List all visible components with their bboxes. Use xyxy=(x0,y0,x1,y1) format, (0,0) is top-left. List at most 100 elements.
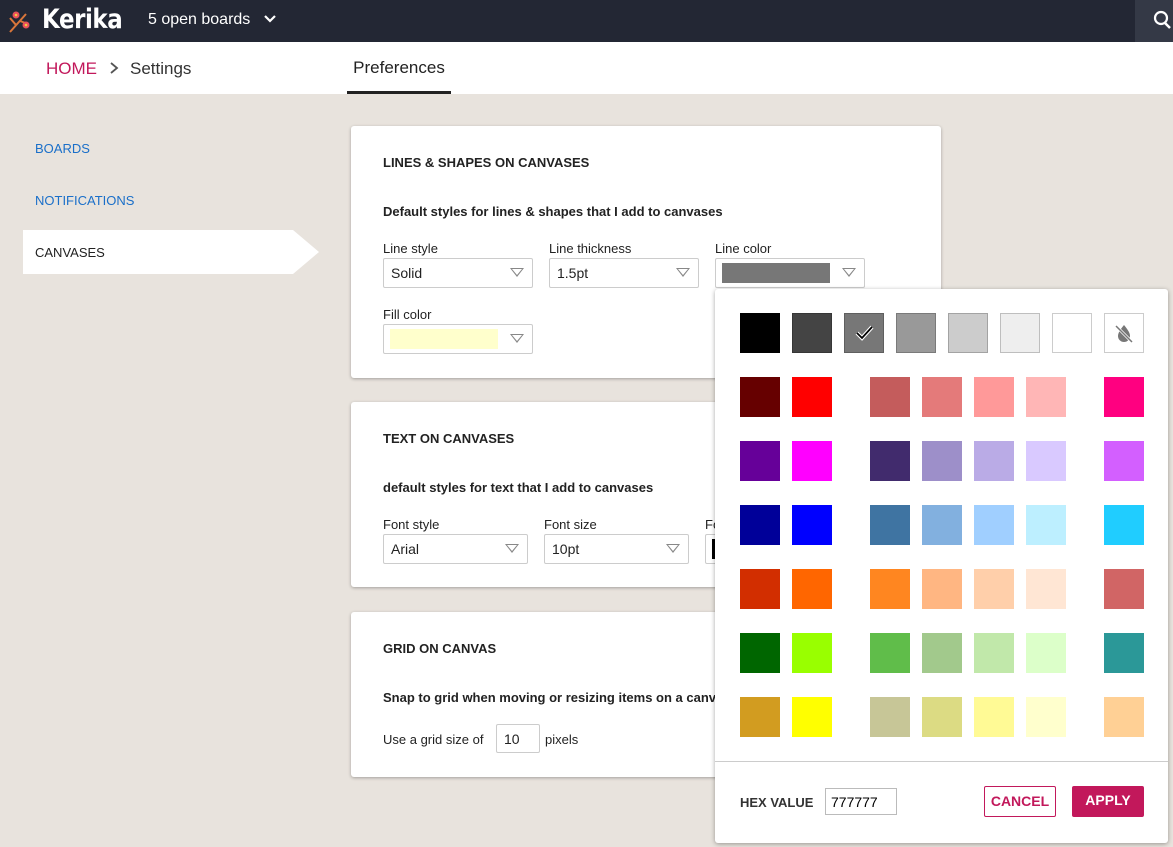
breadcrumb-home[interactable]: HOME xyxy=(46,59,97,79)
color-swatch[interactable] xyxy=(1104,697,1144,737)
color-swatch[interactable] xyxy=(870,505,910,545)
dropdown-arrow-icon xyxy=(666,544,680,553)
color-swatch[interactable] xyxy=(740,633,780,673)
cancel-button[interactable]: CANCEL xyxy=(984,786,1056,817)
color-swatch[interactable] xyxy=(974,569,1014,609)
search-icon xyxy=(1153,10,1171,29)
color-swatch[interactable] xyxy=(974,441,1014,481)
hex-value-input[interactable] xyxy=(825,788,897,815)
sidebar-item-canvases[interactable]: CANVASES xyxy=(23,230,319,274)
dropdown-arrow-icon xyxy=(510,268,524,277)
color-swatch[interactable] xyxy=(740,697,780,737)
grid-size-input[interactable]: 10 xyxy=(496,724,540,753)
font-size-value: 10pt xyxy=(552,541,580,557)
color-swatch[interactable] xyxy=(1104,505,1144,545)
color-swatch[interactable] xyxy=(740,313,780,353)
open-boards-label: 5 open boards xyxy=(148,11,251,28)
color-swatch[interactable] xyxy=(922,569,962,609)
color-swatch[interactable] xyxy=(1052,313,1092,353)
font-style-label: Font style xyxy=(383,517,440,532)
color-swatch[interactable] xyxy=(870,697,910,737)
card-title: TEXT ON CANVASES xyxy=(383,431,515,446)
fill-color-label: Fill color xyxy=(383,307,432,322)
chevron-right-icon xyxy=(110,62,119,74)
fill-color-select[interactable] xyxy=(383,324,533,354)
open-boards-dropdown[interactable]: 5 open boards xyxy=(148,11,277,29)
color-swatch[interactable] xyxy=(792,313,832,353)
color-swatch[interactable] xyxy=(922,633,962,673)
apply-button[interactable]: APPLY xyxy=(1072,786,1144,817)
color-swatch[interactable] xyxy=(1026,441,1066,481)
breadcrumb-current: Settings xyxy=(130,59,192,78)
hex-value-label: HEX VALUE xyxy=(740,795,814,810)
color-swatch[interactable] xyxy=(1104,569,1144,609)
line-style-label: Line style xyxy=(383,241,438,256)
color-swatch[interactable] xyxy=(922,697,962,737)
color-swatch[interactable] xyxy=(922,505,962,545)
color-swatch[interactable] xyxy=(740,569,780,609)
color-swatch[interactable] xyxy=(1026,697,1066,737)
color-swatch[interactable] xyxy=(1000,313,1040,353)
color-swatch[interactable] xyxy=(792,697,832,737)
color-swatch[interactable] xyxy=(974,505,1014,545)
sidebar-item-label: CANVASES xyxy=(35,245,105,260)
color-swatch[interactable] xyxy=(1026,377,1066,417)
card-title: LINES & SHAPES ON CANVASES xyxy=(383,155,590,170)
line-style-value: Solid xyxy=(391,265,423,281)
font-style-value: Arial xyxy=(391,541,420,557)
dropdown-arrow-icon xyxy=(676,268,690,277)
color-swatch[interactable] xyxy=(896,313,936,353)
color-swatch[interactable] xyxy=(740,377,780,417)
color-swatch[interactable] xyxy=(974,697,1014,737)
fill-color-swatch xyxy=(390,329,498,349)
dropdown-arrow-icon xyxy=(510,334,524,343)
card-title: GRID ON CANVAS xyxy=(383,641,497,656)
dropdown-arrow-icon xyxy=(505,544,519,553)
color-swatch[interactable] xyxy=(1104,441,1144,481)
color-swatch[interactable] xyxy=(948,313,988,353)
line-thickness-select[interactable]: 1.5pt xyxy=(549,258,699,288)
color-swatch[interactable] xyxy=(792,505,832,545)
line-style-select[interactable]: Solid xyxy=(383,258,533,288)
grid-size-suffix: pixels xyxy=(545,732,579,747)
color-swatch[interactable] xyxy=(1104,377,1144,417)
color-swatch[interactable] xyxy=(844,313,884,353)
tab-preferences[interactable]: Preferences xyxy=(347,58,451,94)
color-swatch[interactable] xyxy=(792,569,832,609)
no-color-swatch[interactable] xyxy=(1104,313,1144,353)
sidebar-item-notifications[interactable]: NOTIFICATIONS xyxy=(35,193,134,208)
color-swatch[interactable] xyxy=(974,377,1014,417)
color-swatch[interactable] xyxy=(1026,569,1066,609)
line-color-select[interactable] xyxy=(715,258,865,288)
color-swatch[interactable] xyxy=(792,441,832,481)
checkmark-icon xyxy=(855,325,874,341)
grid-size-prefix: Use a grid size of xyxy=(383,732,484,747)
sidebar-item-boards[interactable]: BOARDS xyxy=(35,141,90,156)
search-button[interactable] xyxy=(1135,0,1173,42)
color-swatch[interactable] xyxy=(922,377,962,417)
color-picker-popup: HEX VALUE CANCEL APPLY xyxy=(715,289,1168,843)
color-swatch[interactable] xyxy=(922,441,962,481)
no-fill-icon xyxy=(1114,324,1134,344)
color-swatch[interactable] xyxy=(870,377,910,417)
color-swatch[interactable] xyxy=(1026,633,1066,673)
snap-to-grid-label: Snap to grid when moving or resizing ite… xyxy=(383,690,731,705)
font-size-select[interactable]: 10pt xyxy=(544,534,689,564)
color-swatch[interactable] xyxy=(1104,633,1144,673)
color-swatch[interactable] xyxy=(974,633,1014,673)
color-swatch[interactable] xyxy=(740,505,780,545)
divider xyxy=(715,761,1168,762)
logo[interactable]: Kerika xyxy=(42,4,123,35)
card-subtitle: default styles for text that I add to ca… xyxy=(383,480,654,495)
color-swatch[interactable] xyxy=(870,569,910,609)
color-swatch[interactable] xyxy=(870,441,910,481)
font-style-select[interactable]: Arial xyxy=(383,534,528,564)
color-swatch[interactable] xyxy=(870,633,910,673)
line-thickness-label: Line thickness xyxy=(549,241,632,256)
color-swatch[interactable] xyxy=(1026,505,1066,545)
line-thickness-value: 1.5pt xyxy=(557,265,589,281)
color-swatch[interactable] xyxy=(792,377,832,417)
color-swatch[interactable] xyxy=(792,633,832,673)
color-swatch[interactable] xyxy=(740,441,780,481)
font-size-label: Font size xyxy=(544,517,597,532)
